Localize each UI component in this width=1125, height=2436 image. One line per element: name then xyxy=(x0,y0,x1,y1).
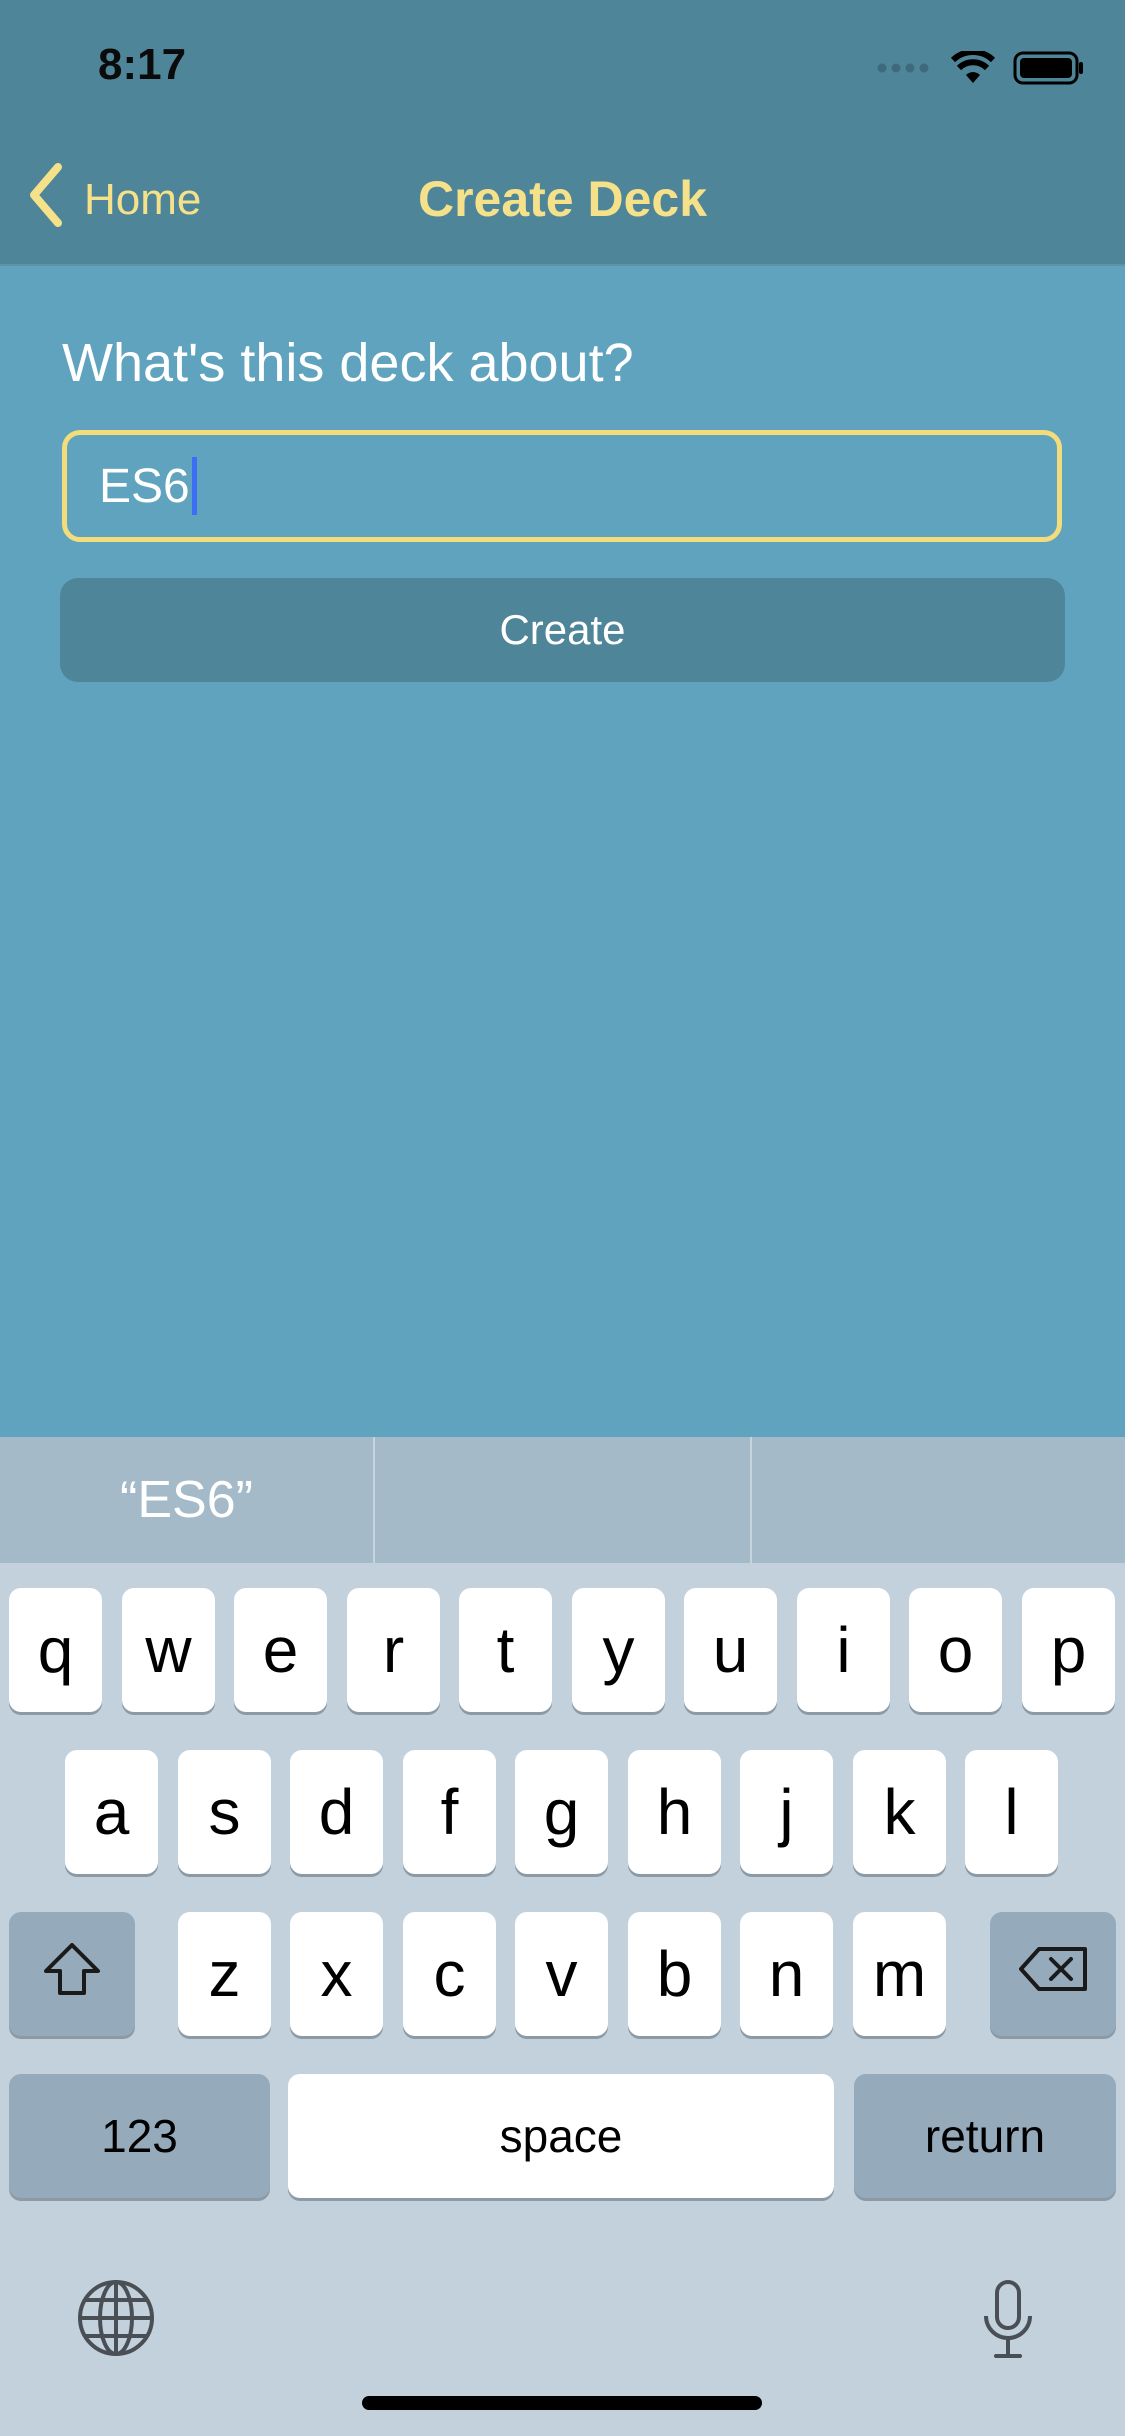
key-y[interactable]: y xyxy=(572,1588,665,1712)
key-a[interactable]: a xyxy=(65,1750,158,1874)
deck-title-input[interactable]: ES6 xyxy=(62,430,1062,542)
numbers-key[interactable]: 123 xyxy=(9,2074,270,2198)
key-j[interactable]: j xyxy=(740,1750,833,1874)
page-title: Create Deck xyxy=(417,171,708,227)
deck-title-value: ES6 xyxy=(99,459,190,513)
shift-key[interactable] xyxy=(9,1912,135,2036)
status-icons xyxy=(877,48,1085,92)
key-n[interactable]: n xyxy=(740,1912,833,2036)
key-w[interactable]: w xyxy=(122,1588,215,1712)
key-p[interactable]: p xyxy=(1022,1588,1115,1712)
key-r[interactable]: r xyxy=(347,1588,440,1712)
key-f[interactable]: f xyxy=(403,1750,496,1874)
key-z[interactable]: z xyxy=(178,1912,271,2036)
suggestion-item[interactable] xyxy=(752,1437,1125,1563)
shift-icon xyxy=(42,1941,102,2008)
globe-key[interactable] xyxy=(76,2278,156,2358)
key-c[interactable]: c xyxy=(403,1912,496,2036)
key-h[interactable]: h xyxy=(628,1750,721,1874)
suggestion-item[interactable] xyxy=(375,1437,750,1563)
navigation-bar: Home Create Deck xyxy=(0,140,1125,266)
key-x[interactable]: x xyxy=(290,1912,383,2036)
microphone-icon xyxy=(980,2280,1036,2366)
backspace-icon xyxy=(1017,1945,1089,2004)
suggestion-item[interactable]: “ES6” xyxy=(0,1437,373,1563)
home-indicator xyxy=(362,2396,762,2410)
status-bar: 8:17 xyxy=(0,0,1125,140)
key-k[interactable]: k xyxy=(853,1750,946,1874)
key-s[interactable]: s xyxy=(178,1750,271,1874)
return-key[interactable]: return xyxy=(854,2074,1116,2198)
battery-icon xyxy=(1013,51,1085,90)
key-g[interactable]: g xyxy=(515,1750,608,1874)
dictation-key[interactable] xyxy=(980,2278,1036,2362)
signal-icon xyxy=(877,61,933,80)
key-t[interactable]: t xyxy=(459,1588,552,1712)
key-m[interactable]: m xyxy=(853,1912,946,2036)
wifi-icon xyxy=(950,48,996,90)
delete-key[interactable] xyxy=(990,1912,1116,2036)
create-button[interactable]: Create xyxy=(60,578,1065,682)
key-d[interactable]: d xyxy=(290,1750,383,1874)
text-caret xyxy=(191,457,197,515)
key-b[interactable]: b xyxy=(628,1912,721,2036)
keyboard: q w e r t y u i o p a s d f g h j k l z … xyxy=(0,1563,1125,2436)
key-v[interactable]: v xyxy=(515,1912,608,2036)
status-time: 8:17 xyxy=(98,40,187,89)
key-i[interactable]: i xyxy=(797,1588,890,1712)
deck-prompt-label: What's this deck about? xyxy=(62,333,634,393)
key-e[interactable]: e xyxy=(234,1588,327,1712)
key-l[interactable]: l xyxy=(965,1750,1058,1874)
key-q[interactable]: q xyxy=(9,1588,102,1712)
key-u[interactable]: u xyxy=(684,1588,777,1712)
predictive-text-bar: “ES6” xyxy=(0,1437,1125,1563)
space-key[interactable]: space xyxy=(288,2074,834,2198)
key-o[interactable]: o xyxy=(909,1588,1002,1712)
globe-icon xyxy=(76,2280,156,2362)
